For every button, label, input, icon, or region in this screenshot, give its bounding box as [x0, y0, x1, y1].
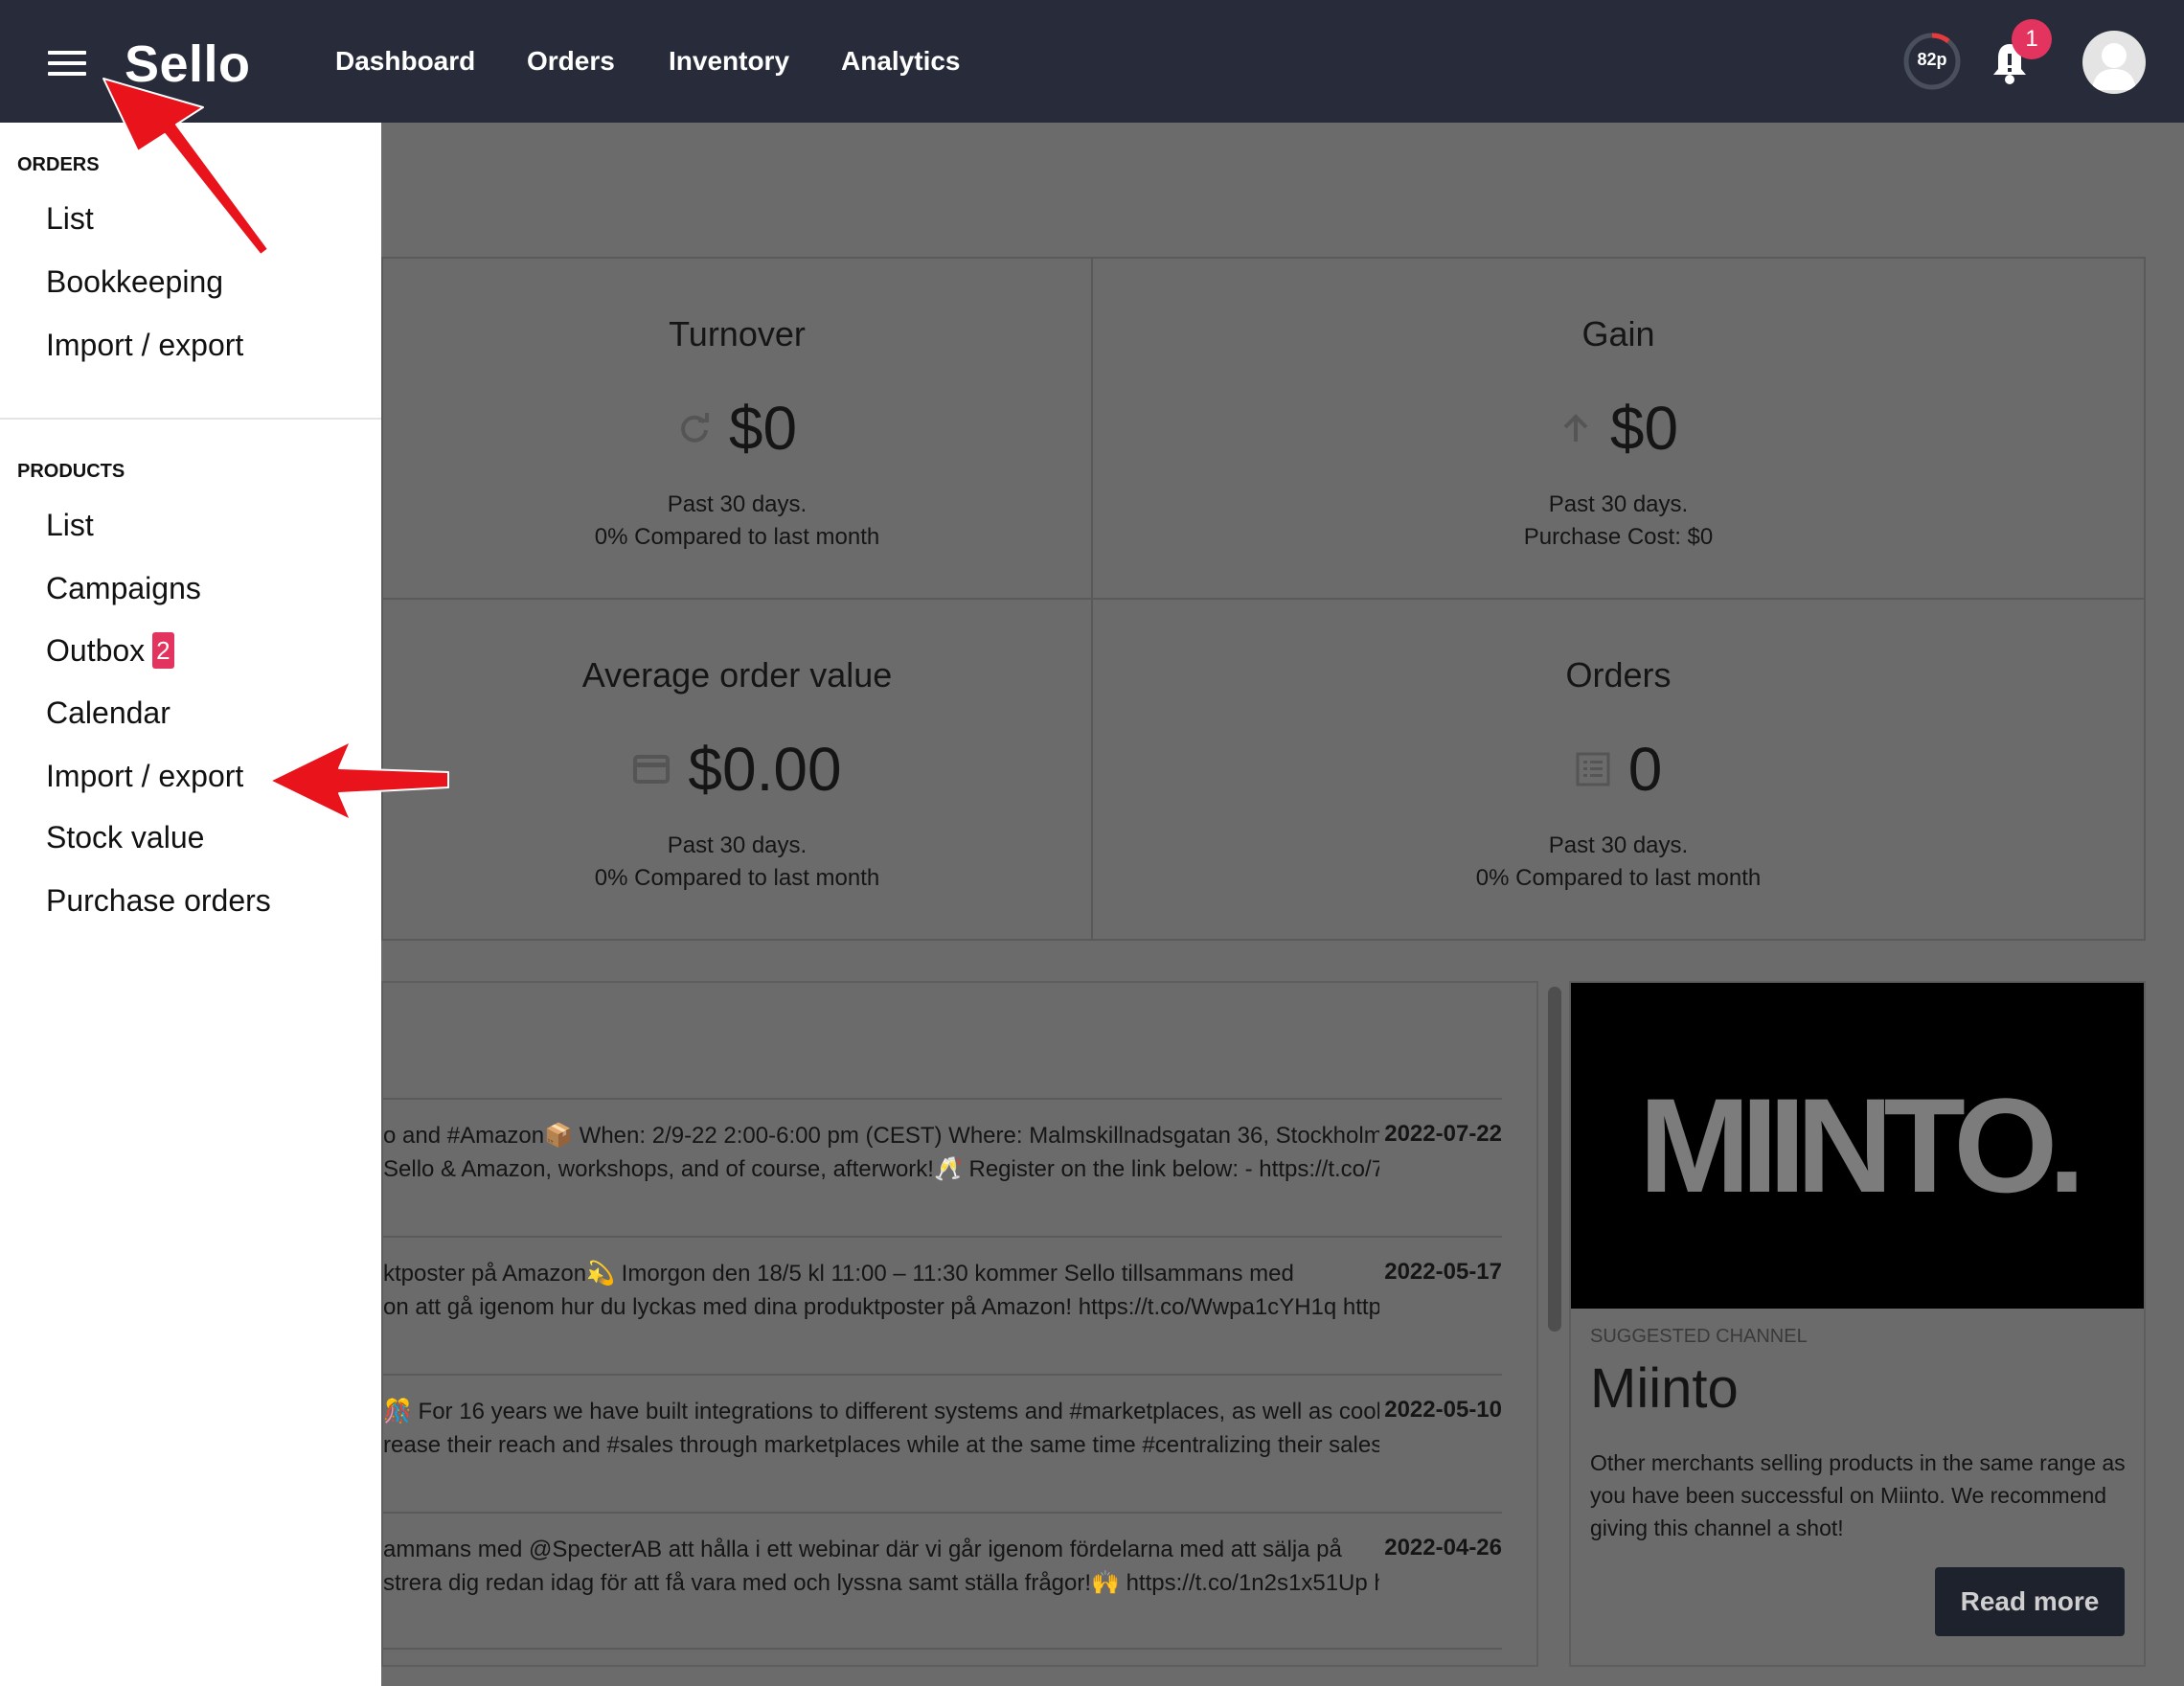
news-date: 2022-04-26 [1384, 1535, 1502, 1561]
news-scrollbar[interactable] [1548, 987, 1561, 1332]
sidebar-drawer: ORDERS List Bookkeeping Import / export … [0, 123, 381, 1686]
orders-value-row: 0 [1093, 734, 2144, 805]
gain-value: $0 [1609, 394, 1679, 463]
orders-subtext: Past 30 days. 0% Compared to last month [1093, 830, 2144, 895]
list-icon [1576, 752, 1610, 786]
sidebar-item-orders-import-export[interactable]: Import / export [46, 328, 243, 363]
aov-card: Average order value $0.00 Past 30 days. … [381, 598, 1093, 941]
sidebar-item-outbox[interactable]: Outbox 2 [46, 632, 174, 669]
orders-card: Orders 0 Past 30 days. 0% Compared to la… [1091, 598, 2146, 941]
aov-value-row: $0.00 [383, 734, 1091, 805]
news-item[interactable]: ammans med @SpecterAB att hålla i ett we… [383, 1512, 1502, 1650]
annotation-arrow-icon [269, 740, 449, 821]
avatar-icon [2092, 43, 2136, 90]
gain-value-row: $0 [1093, 393, 2144, 464]
orders-compare: 0% Compared to last month [1475, 865, 1762, 891]
news-item[interactable]: o and #Amazon📦 When: 2/9-22 2:00-6:00 pm… [383, 1098, 1502, 1236]
aov-period: Past 30 days. [667, 832, 808, 858]
news-date: 2022-05-10 [1384, 1397, 1502, 1423]
news-date: 2022-07-22 [1384, 1121, 1502, 1147]
turnover-value: $0 [728, 394, 798, 463]
sidebar-item-purchase-orders[interactable]: Purchase orders [46, 883, 271, 919]
gain-card: Gain $0 Past 30 days. Purchase Cost: $0 [1091, 257, 2146, 600]
nav-dashboard[interactable]: Dashboard [335, 46, 475, 77]
refresh-icon [680, 413, 709, 443]
sidebar-item-orders-list[interactable]: List [46, 201, 94, 237]
annotation-arrow-icon [102, 78, 269, 256]
news-date: 2022-05-17 [1384, 1259, 1502, 1285]
gain-subtext: Past 30 days. Purchase Cost: $0 [1093, 489, 2144, 554]
news-item[interactable]: 🎊 For 16 years we have built integration… [383, 1374, 1502, 1512]
gain-title: Gain [1581, 314, 1655, 353]
orders-value: 0 [1627, 735, 1663, 804]
arrow-up-icon [1563, 414, 1588, 442]
news-text-line: rease their reach and #sales through mar… [383, 1432, 1379, 1458]
credit-card-icon [633, 755, 671, 784]
nav-analytics[interactable]: Analytics [841, 46, 961, 77]
menu-icon[interactable] [48, 51, 86, 76]
products-section-title: PRODUCTS [17, 461, 125, 482]
channel-logo-image: MIINTO. [1571, 983, 2144, 1309]
turnover-title: Turnover [669, 314, 806, 353]
gain-period: Past 30 days. [1548, 491, 1689, 517]
news-text-line: ammans med @SpecterAB att hålla i ett we… [383, 1537, 1342, 1562]
nav-inventory[interactable]: Inventory [669, 46, 789, 77]
aov-value: $0.00 [688, 735, 842, 804]
news-text-line: o and #Amazon📦 When: 2/9-22 2:00-6:00 pm… [383, 1123, 1379, 1149]
suggested-channel-card: MIINTO. SUGGESTED CHANNEL Miinto Other m… [1569, 981, 2146, 1667]
suggested-channel-label: SUGGESTED CHANNEL [1590, 1326, 1808, 1347]
turnover-period: Past 30 days. [667, 491, 808, 517]
aov-title: Average order value [581, 655, 893, 695]
channel-description: Other merchants selling products in the … [1590, 1450, 2126, 1540]
news-text-line: Sello & Amazon, workshops, and of course… [383, 1156, 1379, 1182]
orders-section-title: ORDERS [17, 154, 100, 175]
top-bar: Sello Dashboard Orders Inventory Analyti… [0, 0, 2184, 123]
notification-badge: 1 [2012, 19, 2052, 59]
turnover-compare: 0% Compared to last month [594, 524, 880, 550]
sidebar-item-outbox-label: Outbox [46, 633, 146, 668]
read-more-button[interactable]: Read more [1935, 1567, 2125, 1636]
news-text-line: 🎊 For 16 years we have built integration… [383, 1399, 1379, 1424]
orders-title: Orders [1565, 655, 1672, 695]
channel-name: Miinto [1590, 1357, 1739, 1420]
outbox-count-badge: 2 [152, 632, 174, 669]
news-text-line: strera dig redan idag för att få vara me… [383, 1570, 1379, 1596]
orders-period: Past 30 days. [1548, 832, 1689, 858]
turnover-subtext: Past 30 days. 0% Compared to last month [383, 489, 1091, 554]
news-panel: o and #Amazon📦 When: 2/9-22 2:00-6:00 pm… [381, 981, 1538, 1667]
sidebar-item-products-list[interactable]: List [46, 508, 94, 543]
sidebar-item-products-import-export[interactable]: Import / export [46, 759, 243, 794]
turnover-card: Turnover $0 Past 30 days. 0% Compared to… [381, 257, 1093, 600]
aov-subtext: Past 30 days. 0% Compared to last month [383, 830, 1091, 895]
aov-compare: 0% Compared to last month [594, 865, 880, 891]
news-text-line: ktposter på Amazon💫 Imorgon den 18/5 kl … [383, 1261, 1294, 1287]
sidebar-item-bookkeeping[interactable]: Bookkeeping [46, 264, 223, 300]
nav-orders[interactable]: Orders [527, 46, 615, 77]
sidebar-item-stock-value[interactable]: Stock value [46, 820, 204, 855]
sidebar-divider [0, 418, 381, 420]
avatar[interactable] [2082, 31, 2146, 94]
gain-purchase-cost: Purchase Cost: $0 [1523, 524, 1714, 550]
turnover-value-row: $0 [383, 393, 1091, 464]
sidebar-item-calendar[interactable]: Calendar [46, 695, 171, 731]
gauge-label: 82p [1917, 50, 1947, 69]
news-item[interactable]: ktposter på Amazon💫 Imorgon den 18/5 kl … [383, 1236, 1502, 1374]
news-text-line: on att gå igenom hur du lyckas med dina … [383, 1294, 1379, 1320]
sidebar-item-campaigns[interactable]: Campaigns [46, 571, 201, 606]
